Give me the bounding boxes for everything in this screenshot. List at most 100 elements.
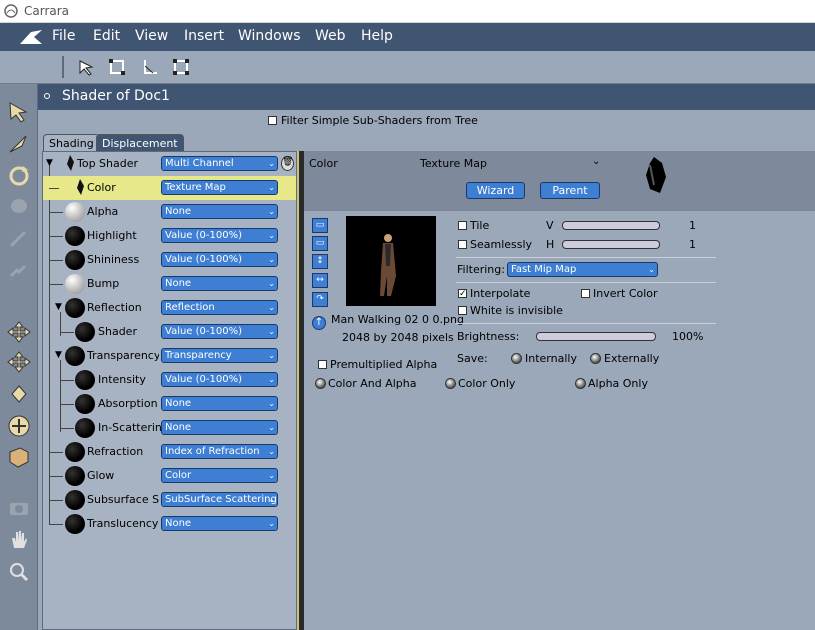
chevron-down-icon: ⌄ [268,351,275,360]
tree-row-shininess[interactable]: Shininess Value (0-100%) ⌄ [43,248,296,272]
tree-row-absorption[interactable]: Absorption None ⌄ [43,392,296,416]
tree-dropdown[interactable]: Value (0-100%) ⌄ [161,252,278,267]
tree-row-alpha[interactable]: Alpha None ⌄ [43,200,296,224]
tree-row-shader[interactable]: Shader Value (0-100%) ⌄ [43,320,296,344]
alpha-only-radio[interactable] [575,378,586,389]
move-xz-icon[interactable] [6,350,32,374]
tree-dropdown[interactable]: Color ⌄ [161,468,278,483]
up-arrow-icon[interactable]: ↑ [312,316,326,330]
camera-icon[interactable] [6,496,32,520]
tree-row-reflection[interactable]: ▼ Reflection Reflection ⌄ [43,296,296,320]
move-yz-icon[interactable] [6,382,32,406]
tree-dropdown[interactable]: Value (0-100%) ⌄ [161,372,278,387]
dropdown-value: Multi Channel [165,158,234,169]
sphere-tool-icon[interactable] [6,194,32,218]
wand-icon[interactable] [6,226,32,250]
texture-cube-icon[interactable] [6,446,32,470]
tree-dropdown[interactable]: None ⌄ [161,396,278,411]
texture-thumbnail[interactable] [346,216,436,306]
menu-file[interactable]: File [52,28,75,44]
white-invisible-checkbox[interactable] [458,306,467,315]
tree-dropdown[interactable]: Multi Channel ⌄ [161,156,278,171]
tree-row-subsurface[interactable]: Subsurface S SubSurface Scattering ⌄ [43,488,296,512]
expand-arrow-icon[interactable]: ▼ [46,158,53,168]
tree-row-in-scattering[interactable]: In-Scattering None ⌄ [43,416,296,440]
menu-help[interactable]: Help [361,28,393,44]
expand-arrow-icon[interactable]: ▼ [55,350,62,360]
tile-checkbox[interactable] [458,221,467,230]
tree-dropdown[interactable]: None ⌄ [161,204,278,219]
tree-dropdown[interactable]: Reflection ⌄ [161,300,278,315]
rotate-icon[interactable] [6,164,32,188]
tree-row-translucency[interactable]: Translucency None ⌄ [43,512,296,536]
tree-row-intensity[interactable]: Intensity Value (0-100%) ⌄ [43,368,296,392]
hand-icon[interactable] [6,528,32,552]
externally-radio[interactable] [590,353,601,364]
move-xy-icon[interactable] [6,320,32,344]
tree-row-transparency[interactable]: ▼ Transparency Transparency ⌄ [43,344,296,368]
chevron-down-icon[interactable]: ⌄ [592,156,600,167]
tree-dropdown[interactable]: None ⌄ [161,276,278,291]
panel-collapse-icon[interactable] [44,93,50,99]
filtering-dropdown[interactable]: Fast Mip Map ⌄ [507,262,658,277]
divider [456,282,716,283]
tree-label: Top Shader [77,157,139,170]
flip-horizontal-icon[interactable]: ↔ [312,273,328,288]
tree-dropdown[interactable]: Texture Map ⌄ [161,180,278,195]
trash-icon[interactable]: 🗑 [281,156,294,171]
arrow-select-icon[interactable] [77,58,95,76]
flip-vertical-icon[interactable]: ↕ [312,254,328,269]
tree-dropdown[interactable]: Value (0-100%) ⌄ [161,228,278,243]
panel-splitter[interactable] [297,151,304,630]
tree-dropdown[interactable]: Index of Refraction ⌄ [161,444,278,459]
tree-row-highlight[interactable]: Highlight Value (0-100%) ⌄ [43,224,296,248]
tree-row-glow[interactable]: Glow Color ⌄ [43,464,296,488]
tab-shading[interactable]: Shading [43,134,100,152]
tree-dropdown[interactable]: Value (0-100%) ⌄ [161,324,278,339]
tab-displacement[interactable]: Displacement [96,134,184,152]
tree-dropdown[interactable]: Transparency ⌄ [161,348,278,363]
tree-dropdown[interactable]: SubSurface Scattering ⌄ [161,492,278,507]
menu-insert[interactable]: Insert [184,28,224,44]
menu-web[interactable]: Web [315,28,346,44]
interpolate-checkbox[interactable]: ✓ [458,289,467,299]
filter-checkbox[interactable] [268,116,277,125]
tree-row-refraction[interactable]: Refraction Index of Refraction ⌄ [43,440,296,464]
internally-radio[interactable] [511,353,522,364]
wizard-button[interactable]: Wizard [466,182,525,199]
tree-row-color[interactable]: Color Texture Map ⌄ [43,176,296,200]
expand-arrow-icon[interactable]: ▼ [55,302,62,312]
seamlessly-checkbox[interactable] [458,240,467,249]
bounding-box-icon[interactable] [108,58,126,76]
dropdown-value: Reflection [165,302,215,313]
menu-windows[interactable]: Windows [238,28,301,44]
v-label: V [546,219,554,232]
menu-edit[interactable]: Edit [93,28,120,44]
tree-row-bump[interactable]: Bump None ⌄ [43,272,296,296]
tree-dropdown[interactable]: None ⌄ [161,516,278,531]
v-slider[interactable] [562,221,660,230]
frame-tool-icon[interactable] [172,58,190,76]
left-toolbar [0,84,38,630]
select-arrow-icon[interactable] [6,100,32,124]
link-icon[interactable] [6,258,32,282]
angle-tool-icon[interactable] [141,58,159,76]
move-icon[interactable] [6,132,32,156]
color-only-radio[interactable] [445,378,456,389]
brightness-slider[interactable] [536,332,656,341]
track-icon[interactable] [6,414,32,438]
shader-type-select[interactable]: Texture Map [420,157,487,170]
menu-view[interactable]: View [135,28,168,44]
premultiplied-checkbox[interactable] [318,360,327,369]
save-folder-icon[interactable]: ▭ [312,236,328,251]
parent-button[interactable]: Parent [540,182,600,199]
tree-dropdown[interactable]: None ⌄ [161,420,278,435]
shader-ball-icon [75,394,95,414]
rotate-image-icon[interactable]: ↷ [312,292,328,307]
open-folder-icon[interactable]: ▭ [312,218,328,233]
zoom-icon[interactable] [6,560,32,584]
invert-color-checkbox[interactable] [581,289,590,298]
h-slider[interactable] [562,240,660,249]
tree-row-top-shader[interactable]: ▼ Top Shader Multi Channel ⌄ 🗑 [43,152,296,176]
color-and-alpha-radio[interactable] [315,378,326,389]
